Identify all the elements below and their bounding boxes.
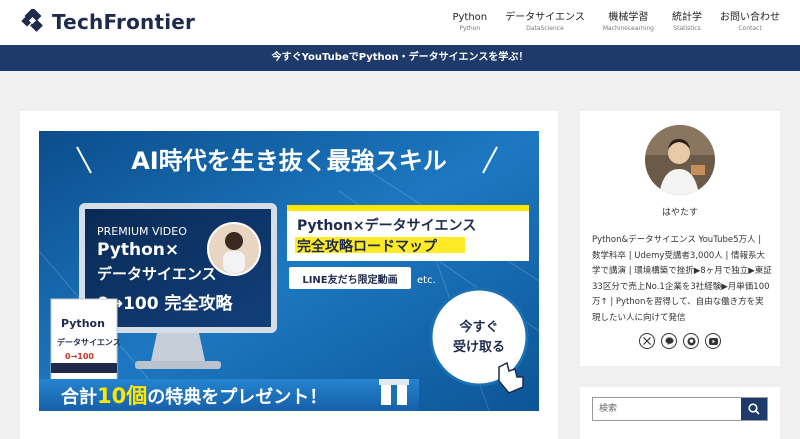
nav-label: Python [452,12,488,23]
github-icon[interactable] [683,333,699,349]
nav-sublabel: Contact [738,25,762,32]
line-icon[interactable] [661,333,677,349]
video-title-2: データサイエンス [97,265,217,283]
nav-label: 統計学 [672,12,702,23]
search-widget [580,387,780,439]
gift-box-icon [379,379,409,405]
etc-text: etc. [417,275,436,286]
profile-bio: Python&データサイエンス YouTube5万人 | 数学科卒 | Udem… [592,235,772,323]
avatar[interactable] [645,125,715,195]
social-links [580,333,780,349]
line-badge-text: LINE友だち限定動画 [302,273,397,286]
video-title-1: Python× [97,240,179,260]
search-box [592,397,768,421]
profile-name: はやたす [661,208,698,218]
nav-datascience[interactable]: データサイエンス DataScience [505,11,585,33]
nav-sublabel: DataScience [526,25,564,32]
announcement-bar[interactable]: 今すぐYouTubeでPython・データサイエンスを学ぶ！ [0,45,800,71]
present-text: 合計10個の特典をプレゼント！ [61,384,327,408]
nav-contact[interactable]: お問い合わせ Contact [720,11,780,33]
search-button[interactable] [741,398,767,420]
nav-sublabel: Statistics [673,25,701,32]
main-nav: Python Python データサイエンス DataScience 機械学習 … [452,11,780,33]
profile-card: はやたす Python&データサイエンス YouTube5万人 | 数学科卒 |… [580,111,780,366]
site-logo[interactable]: TechFrontier [20,7,196,35]
search-icon [748,403,760,415]
nav-machinelearning[interactable]: 機械学習 MachineLearning [603,11,654,33]
nav-label: お問い合わせ [720,12,780,23]
logo-text: TechFrontier [52,10,196,34]
roadmap-title-1: Python×データサイエンス [297,217,476,234]
nav-statistics[interactable]: 統計学 Statistics [672,11,702,33]
book-title-2: データサイエンス [57,337,121,347]
youtube-icon[interactable] [705,333,721,349]
roadmap-title-2: 完全攻略ロードマップ [297,238,438,255]
nav-sublabel: MachineLearning [602,25,654,32]
book-title-1: Python [61,317,105,330]
nav-python[interactable]: Python Python [452,11,487,33]
nav-label: 機械学習 [608,12,649,23]
nav-sublabel: Python [459,25,481,32]
main-content: AI時代を生き抜く最強スキル PREMIUM VIDEO Python× データ… [20,111,558,439]
cta-line-2: 受け取る [453,339,505,355]
logo-diamond-icon [20,7,46,35]
site-header: TechFrontier Python Python データサイエンス Data… [0,0,800,45]
cta-line-1: 今すぐ [458,319,498,335]
banner-headline: AI時代を生き抜く最強スキル [131,147,447,175]
promo-banner[interactable]: AI時代を生き抜く最強スキル PREMIUM VIDEO Python× データ… [39,131,539,411]
nav-label: データサイエンス [505,12,585,23]
video-label: PREMIUM VIDEO [97,225,187,238]
x-icon[interactable] [639,333,655,349]
search-input[interactable] [593,398,741,420]
book-title-3: 0→100 [65,352,94,361]
